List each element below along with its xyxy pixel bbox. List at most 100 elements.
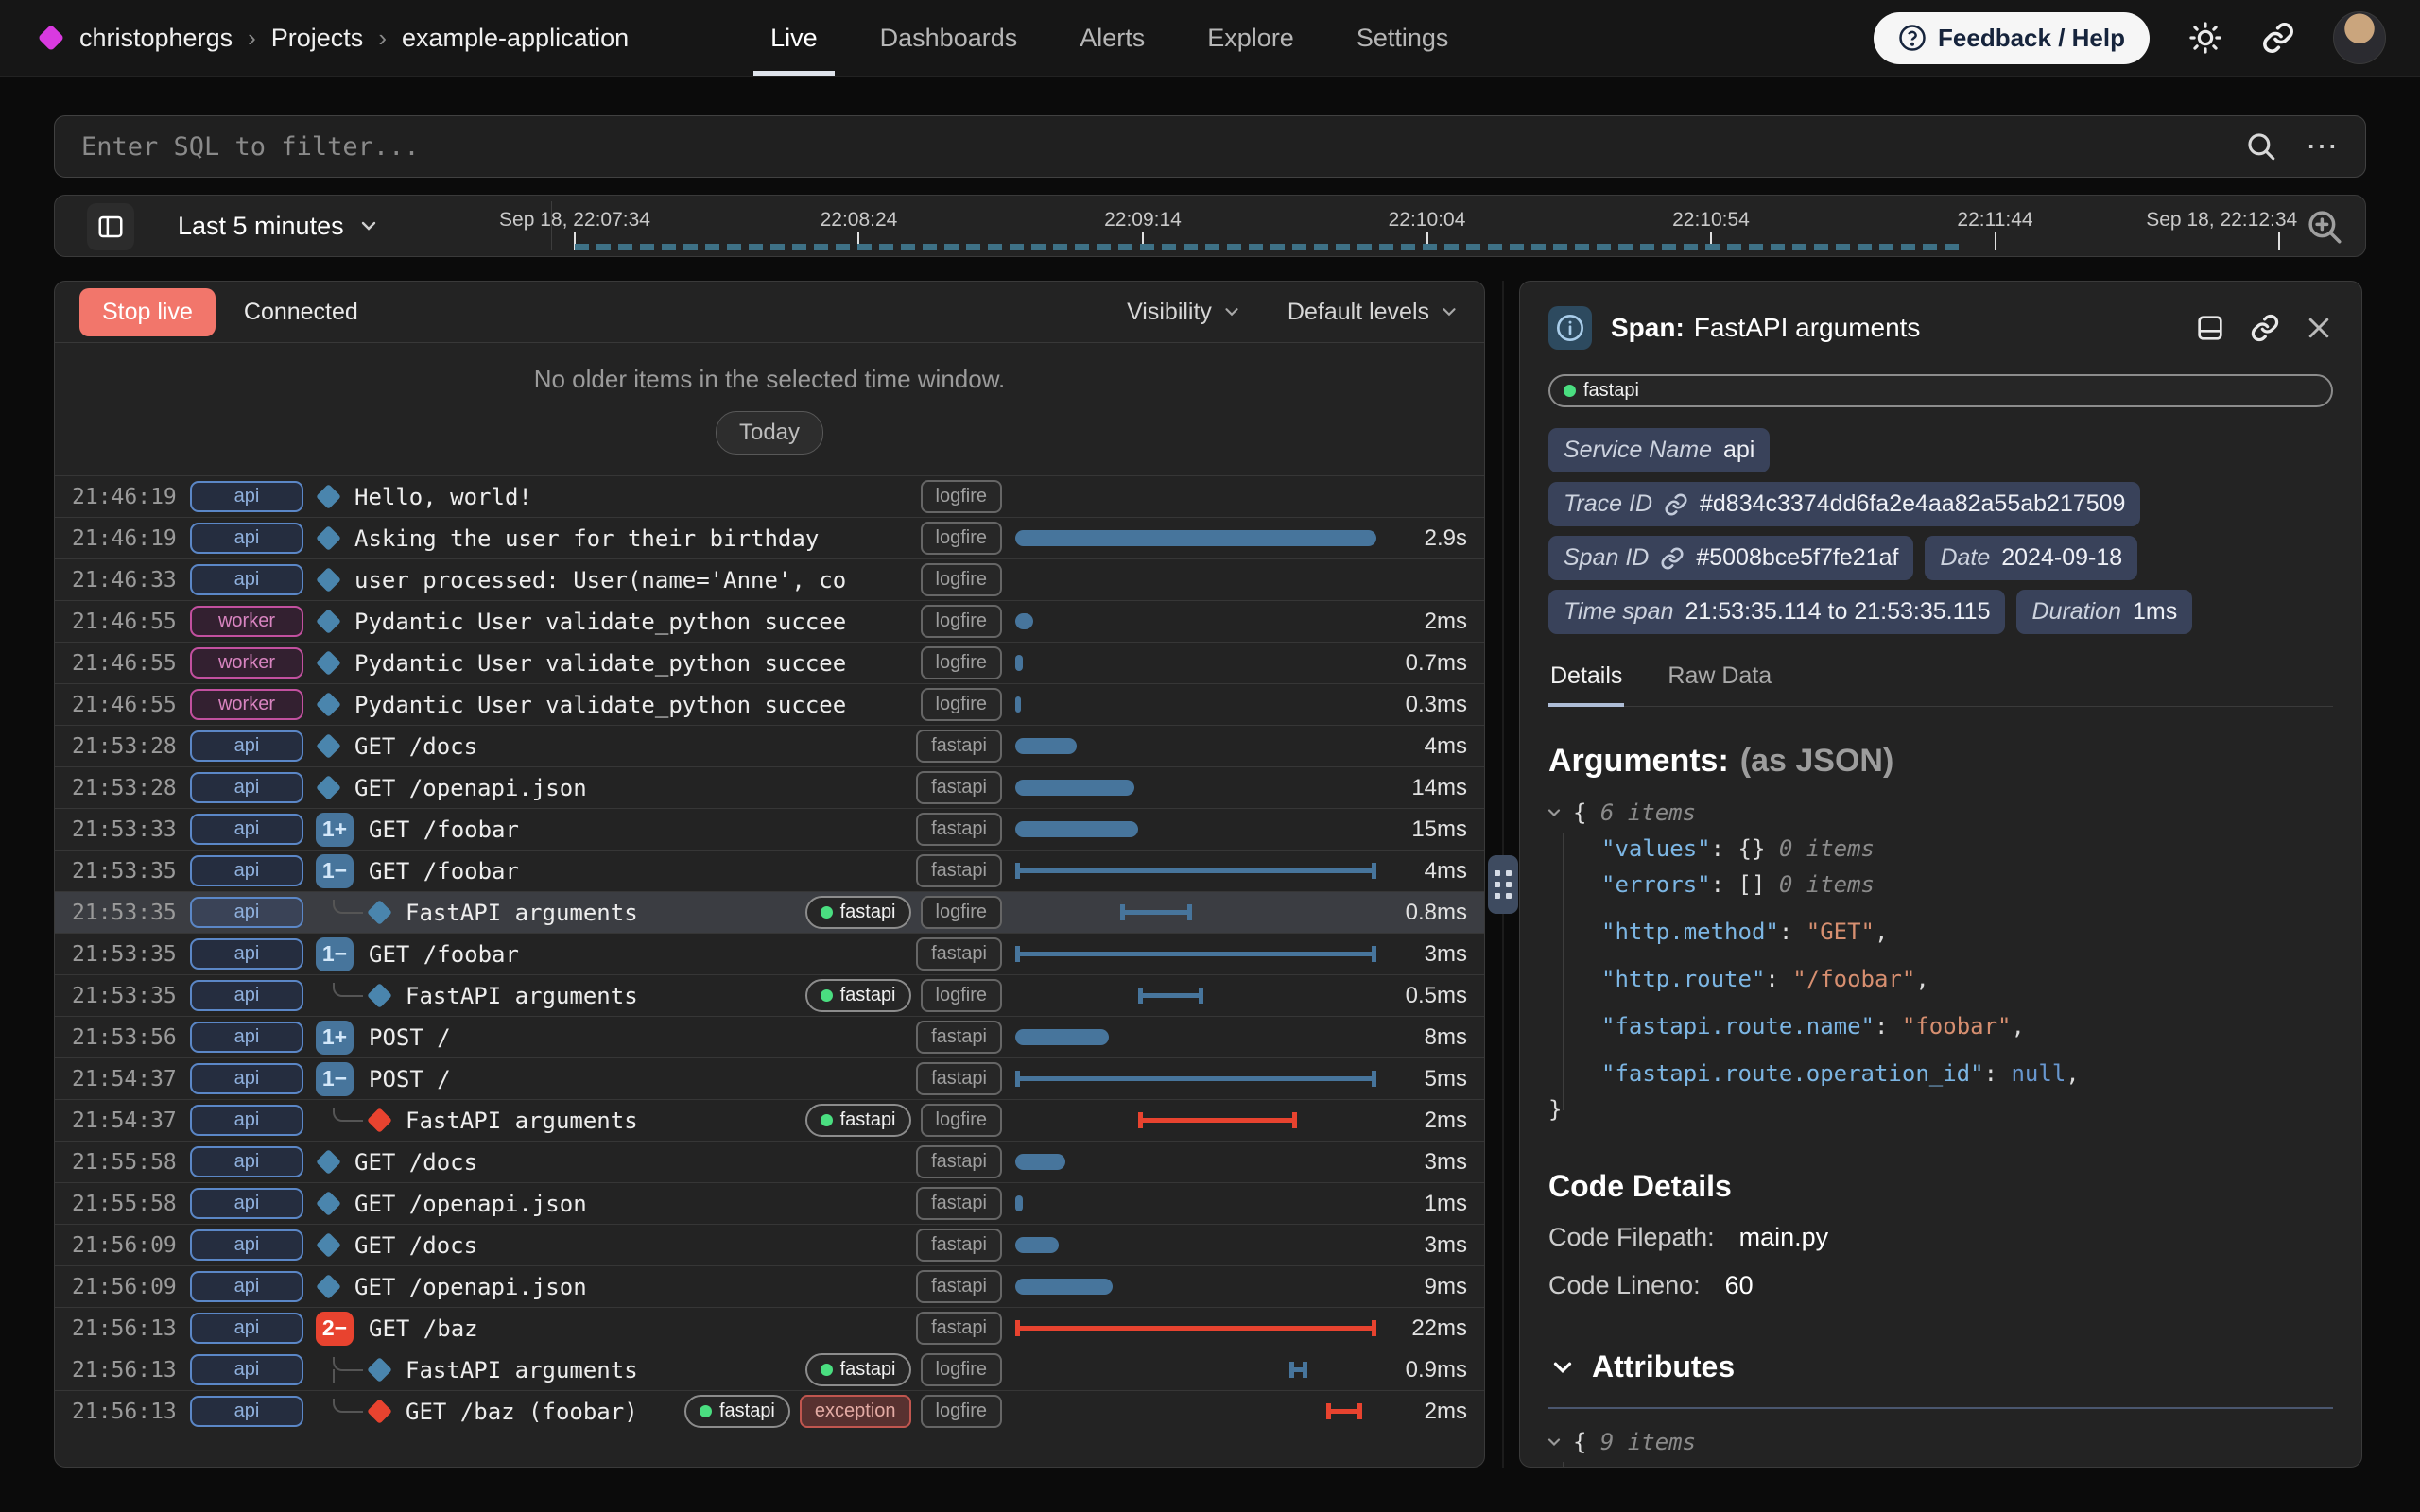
log-row[interactable]: 21:56:13apiFastAPI argumentsfastapilogfi… (55, 1349, 1484, 1390)
child-count-badge[interactable]: 1− (316, 1062, 354, 1096)
child-count-badge[interactable]: 2− (316, 1312, 354, 1346)
scope-pill[interactable]: fastapi (916, 1270, 1002, 1303)
scope-pill[interactable]: logfire (921, 688, 1002, 721)
default-levels-dropdown[interactable]: Default levels (1288, 299, 1460, 326)
log-row[interactable]: 21:46:19apiAsking the user for their bir… (55, 517, 1484, 558)
scope-pill[interactable]: logfire (921, 1104, 1002, 1137)
scope-pill[interactable]: fastapi (916, 1145, 1002, 1178)
stop-live-button[interactable]: Stop live (79, 288, 216, 336)
time-range-dropdown[interactable]: Last 5 minutes (178, 196, 380, 256)
scope-pill[interactable]: fastapi (916, 771, 1002, 804)
service-tag-pill[interactable]: api (190, 897, 303, 928)
service-tag-pill[interactable]: api (190, 1313, 303, 1344)
instrumentation-pill[interactable]: fastapi (805, 979, 911, 1012)
service-tag-pill[interactable]: api (190, 1146, 303, 1177)
tab-raw-data[interactable]: Raw Data (1666, 662, 1773, 706)
scope-pill[interactable]: logfire (921, 522, 1002, 555)
copy-link-icon[interactable] (2250, 313, 2280, 343)
log-row[interactable]: 21:55:58apiGET /docsfastapi3ms (55, 1141, 1484, 1182)
service-tag-pill[interactable]: api (190, 1105, 303, 1136)
scope-pill[interactable]: logfire (921, 979, 1002, 1012)
breadcrumb-projects[interactable]: Projects (271, 24, 364, 53)
breadcrumb-org[interactable]: christophergs (79, 24, 233, 53)
scope-pill[interactable]: fastapi (916, 1062, 1002, 1095)
scope-pill[interactable]: fastapi (916, 854, 1002, 887)
scope-pill[interactable]: fastapi (916, 937, 1002, 971)
service-tag-pill[interactable]: worker (190, 647, 303, 679)
service-tag-pill[interactable]: api (190, 814, 303, 845)
log-row[interactable]: 21:53:56api1+POST /fastapi8ms (55, 1016, 1484, 1057)
service-tag-pill[interactable]: api (190, 855, 303, 886)
log-row[interactable]: 21:56:09apiGET /docsfastapi3ms (55, 1224, 1484, 1265)
child-count-badge[interactable]: 1− (316, 937, 354, 971)
log-row[interactable]: 21:56:13api2−GET /bazfastapi22ms (55, 1307, 1484, 1349)
service-tag-pill[interactable]: api (190, 1188, 303, 1219)
log-row[interactable]: 21:46:55workerPydantic User validate_pyt… (55, 600, 1484, 642)
scope-pill[interactable]: logfire (921, 563, 1002, 596)
collapse-caret-icon[interactable] (1545, 1433, 1564, 1452)
nav-item-dashboards[interactable]: Dashboards (880, 0, 1018, 76)
service-tag-pill[interactable]: api (190, 980, 303, 1011)
scope-pill[interactable]: fastapi (916, 1312, 1002, 1345)
log-row[interactable]: 21:46:33apiuser processed: User(name='An… (55, 558, 1484, 600)
child-count-badge[interactable]: 1+ (316, 1021, 354, 1055)
service-tag-pill[interactable]: api (190, 564, 303, 595)
logfire-logo-icon[interactable] (38, 25, 64, 51)
breadcrumb-project-name[interactable]: example-application (402, 24, 629, 53)
exception-pill[interactable]: exception (800, 1395, 911, 1428)
nav-item-alerts[interactable]: Alerts (1080, 0, 1145, 76)
nav-item-live[interactable]: Live (770, 0, 818, 76)
metadata-badge-span-id[interactable]: Span ID#5008bce5f7fe21af (1548, 536, 1913, 580)
share-link-icon[interactable] (2261, 21, 2295, 55)
user-avatar[interactable] (2333, 11, 2386, 64)
log-row[interactable]: 21:53:28apiGET /openapi.jsonfastapi14ms (55, 766, 1484, 808)
scope-pill[interactable]: logfire (921, 480, 1002, 513)
scope-pill[interactable]: fastapi (916, 1228, 1002, 1262)
scope-pill[interactable]: fastapi (916, 1021, 1002, 1054)
service-tag-pill[interactable]: api (190, 1229, 303, 1261)
scope-pill[interactable]: fastapi (916, 730, 1002, 763)
log-row[interactable]: 21:53:28apiGET /docsfastapi4ms (55, 725, 1484, 766)
visibility-dropdown[interactable]: Visibility (1127, 299, 1242, 326)
today-button[interactable]: Today (716, 411, 823, 455)
scope-pill[interactable]: logfire (921, 896, 1002, 929)
log-row[interactable]: 21:46:19apiHello, world!logfire (55, 475, 1484, 517)
child-count-badge[interactable]: 1− (316, 854, 354, 888)
log-row[interactable]: 21:54:37api1−POST /fastapi5ms (55, 1057, 1484, 1099)
timeline-track[interactable]: Sep 18, 22:07:3422:08:2422:09:1422:10:04… (575, 196, 2279, 256)
log-row[interactable]: 21:53:35api1−GET /foobarfastapi4ms (55, 850, 1484, 891)
log-row[interactable]: 21:55:58apiGET /openapi.jsonfastapi1ms (55, 1182, 1484, 1224)
service-tag-pill[interactable]: worker (190, 606, 303, 637)
panel-resize-handle[interactable] (1488, 855, 1518, 914)
service-tag-pill[interactable]: api (190, 1022, 303, 1053)
log-row[interactable]: 21:56:13apiGET /baz (foobar)fastapiexcep… (55, 1390, 1484, 1432)
search-icon[interactable] (2245, 130, 2277, 163)
service-tag-pill[interactable]: api (190, 938, 303, 970)
child-count-badge[interactable]: 1+ (316, 813, 354, 847)
scope-pill[interactable]: logfire (921, 646, 1002, 679)
more-options-icon[interactable]: ⋯ (2306, 137, 2341, 156)
log-row[interactable]: 21:53:35apiFastAPI argumentsfastapilogfi… (55, 891, 1484, 933)
log-row[interactable]: 21:53:33api1+GET /foobarfastapi15ms (55, 808, 1484, 850)
link-icon[interactable] (1660, 546, 1685, 571)
instrumentation-pill[interactable]: fastapi (805, 896, 911, 929)
log-row[interactable]: 21:54:37apiFastAPI argumentsfastapilogfi… (55, 1099, 1484, 1141)
collapse-caret-icon[interactable] (1545, 803, 1564, 822)
tab-details[interactable]: Details (1548, 662, 1624, 707)
sidebar-toggle-icon[interactable] (87, 203, 134, 250)
log-row[interactable]: 21:46:55workerPydantic User validate_pyt… (55, 683, 1484, 725)
scope-pill[interactable]: logfire (921, 605, 1002, 638)
log-row[interactable]: 21:53:35api1−GET /foobarfastapi3ms (55, 933, 1484, 974)
service-tag-pill[interactable]: api (190, 481, 303, 512)
link-icon[interactable] (1664, 492, 1688, 517)
theme-toggle-icon[interactable] (2187, 20, 2223, 56)
zoom-in-icon[interactable] (2305, 207, 2344, 247)
close-icon[interactable] (2305, 314, 2333, 342)
service-scope-pill[interactable]: fastapi (1548, 374, 2333, 407)
scope-pill[interactable]: fastapi (916, 813, 1002, 846)
service-tag-pill[interactable]: api (190, 523, 303, 554)
log-row[interactable]: 21:56:09apiGET /openapi.jsonfastapi9ms (55, 1265, 1484, 1307)
service-tag-pill[interactable]: worker (190, 689, 303, 720)
service-tag-pill[interactable]: api (190, 730, 303, 762)
panel-layout-icon[interactable] (2195, 313, 2225, 343)
